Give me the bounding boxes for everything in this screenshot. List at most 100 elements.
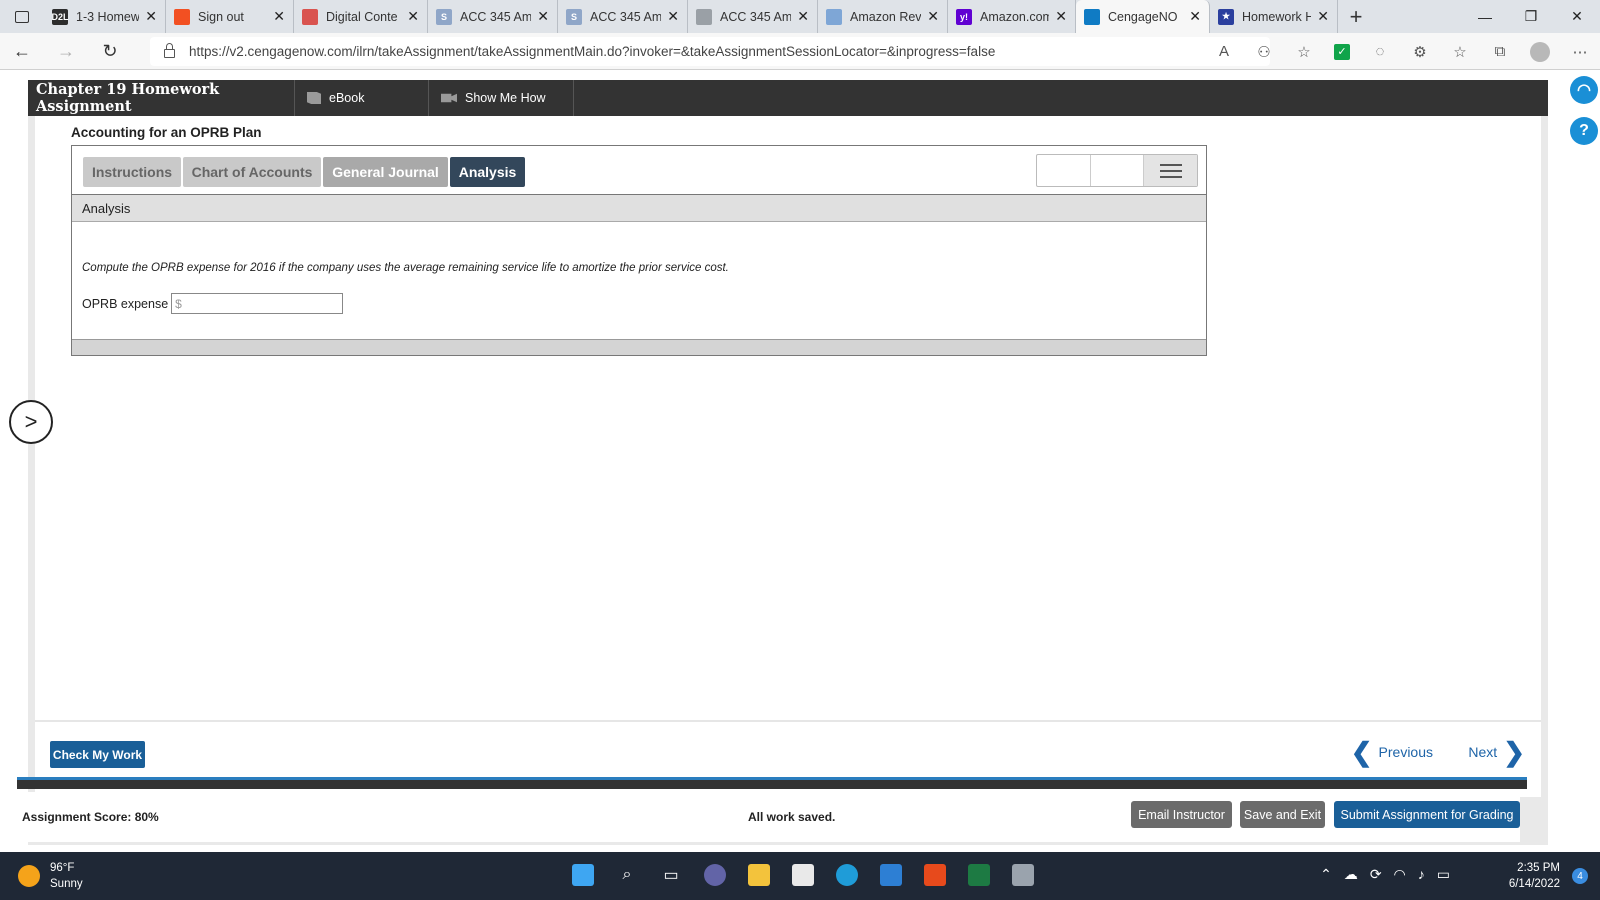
lock-icon[interactable] xyxy=(164,43,175,58)
headset-icon[interactable]: ◠ xyxy=(1570,76,1598,104)
email-instructor-button[interactable]: Email Instructor xyxy=(1131,801,1232,828)
browser-tab-title: ACC 345 Am xyxy=(720,9,792,24)
extension-check-icon[interactable]: ✓ xyxy=(1334,43,1350,60)
expand-panel-button[interactable]: > xyxy=(9,400,53,444)
close-tab-icon[interactable]: ✕ xyxy=(1055,8,1067,25)
browser-tab[interactable]: y! Amazon.com ✕ xyxy=(948,0,1076,33)
refresh-icon[interactable]: ↻ xyxy=(88,33,132,70)
close-window-icon[interactable]: ✕ xyxy=(1554,0,1600,33)
help-icon[interactable]: ? xyxy=(1570,117,1598,145)
tab-actions-icon[interactable] xyxy=(0,0,44,33)
chevron-up-icon[interactable]: ⌃ xyxy=(1320,866,1332,883)
oprb-expense-input[interactable] xyxy=(171,293,344,314)
wifi-icon[interactable]: ◠ xyxy=(1394,866,1406,883)
windows-taskbar: 96°F Sunny ⌕ ▭ ⌃ ☁ ⟳ ◠ ♪ ▭ 2:35 PM 6/14/… xyxy=(0,852,1600,900)
next-button[interactable]: Next ❯ xyxy=(1468,739,1525,765)
sync-icon[interactable]: ⟳ xyxy=(1370,866,1382,883)
browser-tab-strip: D2L 1-3 Homewc ✕ Sign out ✕ Digital Conte ✕ S AC… xyxy=(0,0,1600,33)
minimize-icon[interactable]: — xyxy=(1462,0,1508,33)
url-text: https://v2.cengagenow.com/ilrn/takeAssig… xyxy=(189,44,996,59)
restore-icon[interactable]: ❐ xyxy=(1508,0,1554,33)
panel-tool-group xyxy=(1036,154,1198,187)
url-input[interactable]: https://v2.cengagenow.com/ilrn/takeAssig… xyxy=(150,37,1270,66)
browser-tab[interactable]: S ACC 345 Am ✕ xyxy=(428,0,558,33)
problem-panel: Instructions Chart of Accounts General J… xyxy=(71,145,1207,356)
tab-chart-of-accounts[interactable]: Chart of Accounts xyxy=(183,157,321,187)
browser-tab[interactable]: Digital Conte ✕ xyxy=(294,0,428,33)
browser-tab-title: ACC 345 Am xyxy=(460,9,532,24)
close-tab-icon[interactable]: ✕ xyxy=(537,8,549,25)
tab-instructions[interactable]: Instructions xyxy=(83,157,181,187)
menu-button[interactable] xyxy=(1144,155,1198,186)
new-tab-button[interactable]: + xyxy=(1338,0,1374,33)
close-tab-icon[interactable]: ✕ xyxy=(273,8,285,25)
extensions-icon[interactable]: ⚙ xyxy=(1410,43,1430,61)
weather-widget[interactable]: 96°F Sunny xyxy=(18,860,83,892)
teams-chat-icon[interactable] xyxy=(700,860,730,890)
profile-share-icon[interactable]: ⚇ xyxy=(1254,43,1274,61)
close-tab-icon[interactable]: ✕ xyxy=(1189,8,1201,25)
extension-circle-icon[interactable]: ◌ xyxy=(1370,43,1390,60)
clock[interactable]: 2:35 PM 6/14/2022 xyxy=(1509,860,1560,892)
d2l-icon: D2L xyxy=(52,8,69,25)
save-and-exit-button[interactable]: Save and Exit xyxy=(1240,801,1325,828)
forward-icon[interactable]: → xyxy=(44,33,88,70)
panel-footer xyxy=(72,339,1206,355)
assignment-content: Accounting for an OPRB Plan Instructions… xyxy=(35,116,1541,797)
browser-tab[interactable]: ★ Homework H ✕ xyxy=(1210,0,1338,33)
browser-toolbar: A ⚇ ☆ ✓ ◌ ⚙ ☆ ⧉ ⋯ xyxy=(1214,33,1590,70)
more-menu-icon[interactable]: ⋯ xyxy=(1570,43,1590,61)
ebook-button[interactable]: eBook xyxy=(295,80,429,116)
onedrive-icon[interactable]: ☁ xyxy=(1344,866,1358,883)
browser-tab-title: Amazon Rev xyxy=(850,9,922,24)
close-tab-icon[interactable]: ✕ xyxy=(927,8,939,25)
back-icon[interactable]: ← xyxy=(0,33,44,70)
browser-tab[interactable]: ACC 345 Am ✕ xyxy=(688,0,818,33)
browser-tab[interactable]: CengageNO ✕ xyxy=(1076,0,1210,33)
tab-analysis[interactable]: Analysis xyxy=(450,157,525,187)
file-explorer-icon[interactable] xyxy=(744,860,774,890)
submit-assignment-button[interactable]: Submit Assignment for Grading xyxy=(1334,801,1520,828)
excel-icon[interactable] xyxy=(964,860,994,890)
collections-icon[interactable]: ⧉ xyxy=(1490,43,1510,60)
browser-tab[interactable]: Amazon Rev ✕ xyxy=(818,0,948,33)
mail-icon[interactable] xyxy=(876,860,906,890)
check-my-work-button[interactable]: Check My Work xyxy=(50,741,145,768)
assignment-header: Chapter 19 Homework Assignment eBook Sho… xyxy=(28,80,1548,116)
profile-avatar[interactable] xyxy=(1530,41,1550,62)
microsoft-icon xyxy=(174,8,190,25)
close-tab-icon[interactable]: ✕ xyxy=(407,8,419,25)
problem-tabs: Instructions Chart of Accounts General J… xyxy=(72,146,1206,195)
ebook-label: eBook xyxy=(329,91,365,105)
temperature: 96°F xyxy=(50,862,75,874)
favorites-icon[interactable]: ☆ xyxy=(1450,43,1470,61)
search-icon[interactable]: ⌕ xyxy=(612,860,642,890)
app-icon[interactable] xyxy=(1008,860,1038,890)
previous-button[interactable]: ❮ Previous xyxy=(1351,739,1433,765)
task-view-icon[interactable]: ▭ xyxy=(656,860,686,890)
close-tab-icon[interactable]: ✕ xyxy=(797,8,809,25)
close-tab-icon[interactable]: ✕ xyxy=(667,8,679,25)
show-me-how-button[interactable]: Show Me How xyxy=(429,80,574,116)
office-icon[interactable] xyxy=(920,860,950,890)
start-icon[interactable] xyxy=(568,860,598,890)
tool-button-2[interactable] xyxy=(1091,155,1145,186)
browser-tab[interactable]: S ACC 345 Am ✕ xyxy=(558,0,688,33)
edge-icon[interactable] xyxy=(832,860,862,890)
browser-tab[interactable]: D2L 1-3 Homewc ✕ xyxy=(44,0,166,33)
tool-button-1[interactable] xyxy=(1037,155,1091,186)
browser-tab[interactable]: Sign out ✕ xyxy=(166,0,294,33)
menu-icon xyxy=(1159,163,1182,178)
assignment-title: Chapter 19 Homework Assignment xyxy=(28,80,295,116)
close-tab-icon[interactable]: ✕ xyxy=(1317,8,1329,25)
window-controls: — ❐ ✕ xyxy=(1462,0,1600,33)
add-favorite-icon[interactable]: ☆ xyxy=(1294,43,1314,61)
close-tab-icon[interactable]: ✕ xyxy=(145,8,157,25)
tab-general-journal[interactable]: General Journal xyxy=(323,157,448,187)
cengage-icon xyxy=(1084,8,1100,25)
volume-icon[interactable]: ♪ xyxy=(1418,866,1425,883)
store-icon[interactable] xyxy=(788,860,818,890)
read-aloud-icon[interactable]: A xyxy=(1214,43,1234,60)
notification-badge[interactable]: 4 xyxy=(1572,868,1588,884)
battery-icon[interactable]: ▭ xyxy=(1437,866,1450,883)
